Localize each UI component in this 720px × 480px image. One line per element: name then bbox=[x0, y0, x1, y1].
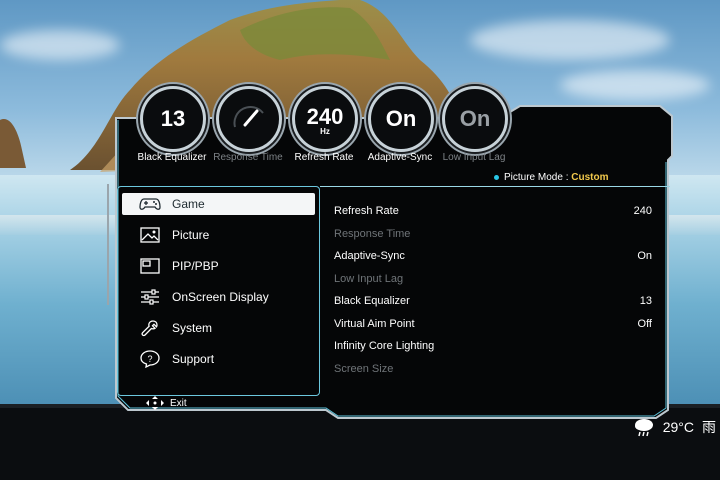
picture-icon bbox=[138, 226, 162, 244]
setting-label: Adaptive-Sync bbox=[334, 250, 405, 262]
gauge-ring: 13 bbox=[140, 86, 206, 152]
setting-label: Virtual Aim Point bbox=[334, 318, 415, 330]
setting-adaptive-sync[interactable]: Adaptive-Sync On bbox=[334, 247, 652, 265]
main-menu: Game Picture PIP/PBP OnScreen Display Sy… bbox=[117, 186, 320, 396]
gauge-value: On bbox=[459, 106, 491, 131]
sliders-icon bbox=[138, 288, 162, 306]
gauge-unit: Hz bbox=[320, 127, 330, 136]
svg-text:?: ? bbox=[147, 354, 152, 364]
menu-item-pip-pbp[interactable]: PIP/PBP bbox=[122, 255, 315, 277]
setting-response-time: Response Time bbox=[334, 225, 652, 243]
gamepad-icon bbox=[138, 195, 162, 213]
picture-mode-value: Custom bbox=[571, 172, 609, 183]
settings-list: Refresh Rate 240 Response Time Adaptive-… bbox=[320, 190, 666, 390]
menu-item-label: System bbox=[172, 321, 213, 335]
menu-item-system[interactable]: System bbox=[122, 317, 315, 339]
menu-item-label: Picture bbox=[172, 228, 210, 242]
gauge-value: On bbox=[385, 106, 417, 131]
gauge-ring bbox=[216, 86, 282, 152]
gauge-value: 13 bbox=[160, 106, 186, 131]
menu-item-game[interactable]: Game bbox=[122, 193, 315, 215]
pip-icon bbox=[138, 257, 162, 275]
joystick-move-icon bbox=[146, 396, 164, 410]
setting-low-input-lag: Low Input Lag bbox=[334, 270, 652, 288]
status-dot-icon bbox=[494, 174, 499, 180]
gauge-ring: On bbox=[442, 86, 508, 152]
setting-screen-size: Screen Size bbox=[334, 360, 652, 378]
setting-label: Black Equalizer bbox=[334, 295, 410, 307]
setting-refresh-rate[interactable]: Refresh Rate 240 bbox=[334, 202, 652, 220]
gauge-strip: 13 Black Equalizer Response Time 240 Hz … bbox=[132, 84, 512, 168]
setting-black-equalizer[interactable]: Black Equalizer 13 bbox=[334, 292, 652, 310]
wrench-icon bbox=[138, 319, 162, 337]
needle-icon bbox=[233, 106, 264, 128]
setting-infinity-core-lighting[interactable]: Infinity Core Lighting bbox=[334, 337, 652, 355]
gauge-ring: 240 Hz bbox=[292, 86, 358, 152]
menu-item-label: Support bbox=[172, 352, 215, 366]
gauge-label: Low Input Lag bbox=[442, 152, 506, 163]
menu-item-label: PIP/PBP bbox=[172, 259, 219, 273]
divider bbox=[320, 186, 670, 187]
setting-virtual-aim-point[interactable]: Virtual Aim Point Off bbox=[334, 315, 652, 333]
setting-label: Infinity Core Lighting bbox=[334, 340, 435, 352]
exit-button[interactable]: Exit bbox=[118, 394, 328, 412]
help-icon: ? bbox=[138, 350, 162, 368]
setting-label: Refresh Rate bbox=[334, 205, 399, 217]
menu-item-label: Game bbox=[172, 197, 205, 211]
menu-item-onscreen-display[interactable]: OnScreen Display bbox=[122, 286, 315, 308]
menu-item-label: OnScreen Display bbox=[172, 290, 269, 304]
setting-value: On bbox=[637, 250, 652, 262]
picture-mode-indicator: Picture Mode : Custom bbox=[494, 172, 609, 183]
gauge-ring: On bbox=[368, 86, 434, 152]
setting-label: Screen Size bbox=[334, 363, 394, 375]
picture-mode-label: Picture Mode : bbox=[504, 172, 569, 183]
setting-value: 13 bbox=[639, 295, 652, 307]
setting-value: 240 bbox=[633, 205, 652, 217]
setting-label: Response Time bbox=[334, 228, 411, 240]
setting-value: Off bbox=[637, 318, 652, 330]
gauge-value: 240 bbox=[306, 104, 344, 129]
gauge-low-input-lag: On Low Input Lag bbox=[438, 84, 512, 168]
menu-item-picture[interactable]: Picture bbox=[122, 224, 315, 246]
exit-label: Exit bbox=[170, 397, 187, 409]
setting-label: Low Input Lag bbox=[334, 273, 404, 285]
menu-item-support[interactable]: ? Support bbox=[122, 348, 315, 370]
